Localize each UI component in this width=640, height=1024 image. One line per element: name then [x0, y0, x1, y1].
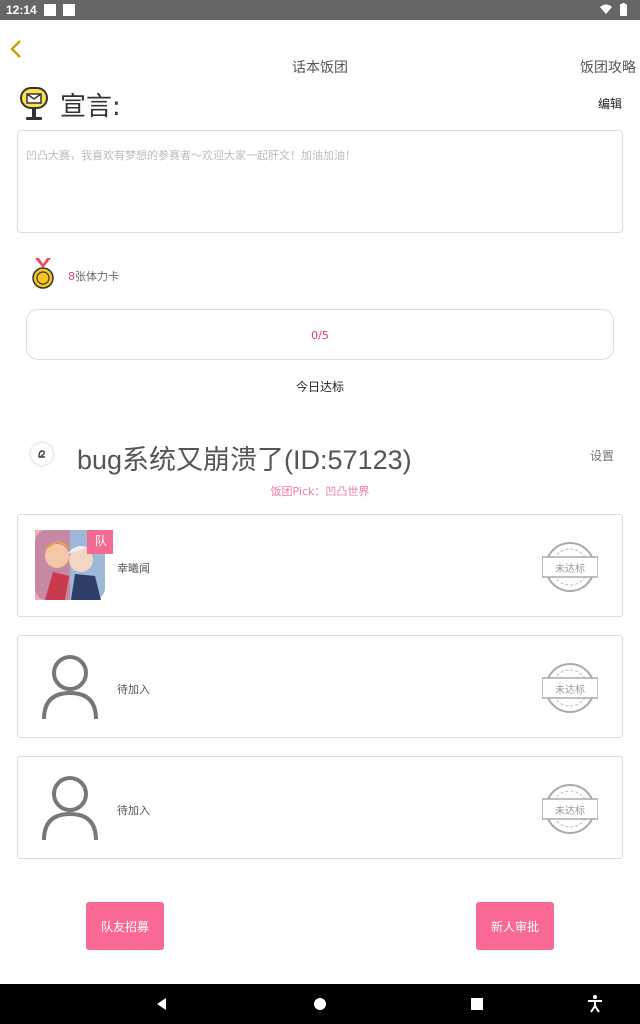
- progress-text: 0/5: [311, 329, 329, 342]
- accessibility-button[interactable]: [585, 994, 605, 1014]
- stamp-icon: 未达标: [541, 662, 599, 714]
- nav-home-button[interactable]: [310, 994, 330, 1014]
- manifesto-text: 凹凸大赛，我喜欢有梦想的参赛者～欢迎大家一起肝文！加油加油！: [26, 149, 356, 162]
- daily-label: 今日达标: [295, 380, 344, 394]
- stamina-label: 8张体力卡: [68, 268, 119, 284]
- member-card[interactable]: 待加入 未达标: [17, 756, 623, 859]
- progress-box: 0/5: [26, 309, 614, 360]
- member-card[interactable]: 待加入 未达标: [17, 635, 623, 738]
- manifesto-box[interactable]: 凹凸大赛，我喜欢有梦想的参赛者～欢迎大家一起肝文！加油加油！: [17, 130, 623, 233]
- stamp-icon: 未达标: [541, 541, 599, 593]
- mailbox-icon: [18, 86, 50, 122]
- team-avatar[interactable]: [31, 443, 53, 465]
- stamp-text: 未达标: [555, 564, 585, 575]
- medal-icon: [30, 258, 56, 292]
- stamina-unit: 张体力卡: [75, 270, 119, 283]
- status-bar: 12:14: [0, 0, 640, 20]
- recruit-button[interactable]: 队友招募: [86, 902, 164, 950]
- member-card[interactable]: 队 幸曦闻 未达标: [17, 514, 623, 617]
- status-time: 12:14: [6, 3, 37, 17]
- person-icon: [35, 651, 113, 721]
- page-title: 话本饭团: [292, 60, 348, 76]
- nav-back-button[interactable]: [152, 994, 172, 1014]
- edit-button[interactable]: 编辑: [598, 95, 622, 112]
- team-name: bug系统又崩溃了(ID:57123): [77, 445, 412, 475]
- member-name: 待加入: [117, 804, 150, 817]
- stamp-text: 未达标: [555, 685, 585, 696]
- stamp-icon: 未达标: [541, 783, 599, 835]
- approve-button[interactable]: 新人审批: [476, 902, 554, 950]
- member-name: 幸曦闻: [117, 562, 150, 575]
- member-avatar: 队: [35, 530, 113, 600]
- notification-icon: [63, 4, 75, 16]
- stamp-text: 未达标: [555, 806, 585, 817]
- guide-link[interactable]: 饭团攻略: [580, 57, 636, 77]
- team-pick: 饭团Pick：凹凸世界: [270, 485, 370, 498]
- member-badge: 队: [95, 534, 108, 548]
- team-logo-icon: [37, 450, 45, 458]
- wifi-battery-icon: [600, 3, 627, 16]
- notification-icon: [44, 4, 56, 16]
- nav-bar: [0, 984, 640, 1024]
- nav-recents-button[interactable]: [467, 994, 487, 1014]
- circle-home-icon: [314, 998, 326, 1010]
- stamina-count: 8: [68, 270, 75, 283]
- status-icons: [598, 3, 632, 20]
- person-icon: [35, 772, 113, 842]
- member-name: 待加入: [117, 683, 150, 696]
- settings-button[interactable]: 设置: [590, 447, 614, 464]
- accessibility-icon: [588, 995, 602, 1013]
- app-screen: 12:14 话本饭团 饭团攻略 宣言: 编辑 凹凸大赛，我喜欢有梦想的参赛者～欢…: [0, 0, 640, 1024]
- square-recents-icon: [471, 998, 483, 1010]
- triangle-back-icon: [157, 998, 166, 1010]
- manifesto-title: 宣言:: [60, 92, 121, 122]
